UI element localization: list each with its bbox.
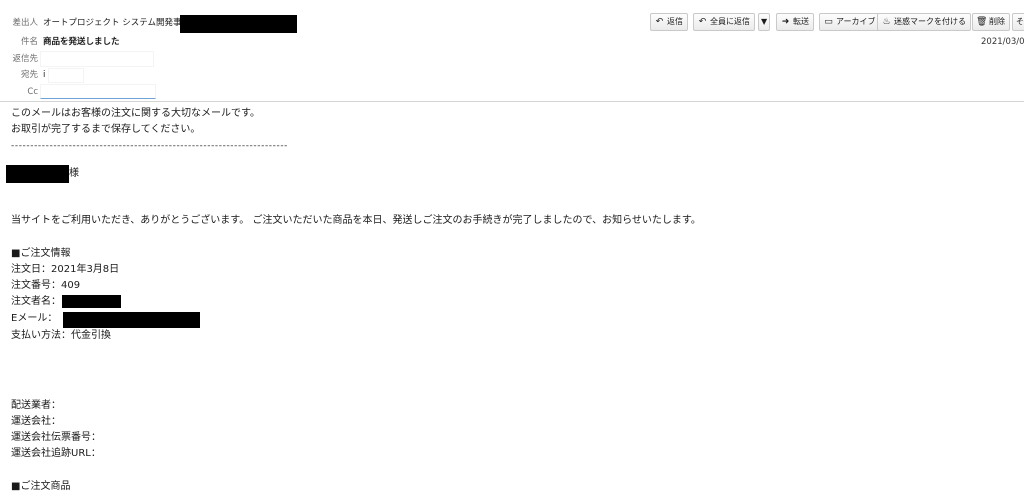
tracking-number: 運送会社伝票番号：	[11, 432, 101, 443]
reply-button[interactable]: ↶ 返信	[650, 13, 688, 31]
redacted-orderer-name	[62, 295, 121, 308]
to-label: 宛先	[20, 70, 38, 80]
order-info-heading: ■ご注文情報	[11, 248, 71, 259]
reply-all-label: 全員に返信	[710, 17, 750, 26]
orderer-name-label: 注文者名：	[11, 296, 61, 307]
from-value[interactable]: オートプロジェクト システム開発事業部	[43, 15, 198, 31]
cc-label: Cc	[27, 87, 38, 97]
forward-label: 転送	[793, 17, 809, 26]
archive-icon: ▭	[824, 17, 833, 27]
message-header: 差出人 オートプロジェクト システム開発事業部 件名 商品を発送しました 返信先…	[0, 0, 1024, 102]
junk-label: 迷惑マークを付ける	[894, 17, 966, 26]
reply-all-icon: ↶	[698, 17, 707, 27]
body-divider: ----------------------------------------…	[11, 141, 289, 151]
redacted-email	[63, 312, 200, 328]
tracking-url: 運送会社追跡URL：	[11, 448, 101, 459]
forward-button[interactable]: ➜ 転送	[776, 13, 814, 31]
subject-row: 件名 商品を発送しました	[0, 34, 300, 50]
delete-button[interactable]: 🗑 削除	[972, 13, 1010, 31]
subject-value: 商品を発送しました	[43, 37, 120, 47]
reply-to-value[interactable]	[40, 51, 154, 67]
payment-method: 支払い方法：代金引換	[11, 330, 111, 341]
order-date: 注文日：2021年3月8日	[11, 264, 120, 275]
email-row: Eメール：	[11, 311, 211, 328]
cc-row: Cc	[0, 84, 300, 100]
redacted-sender-address	[180, 15, 297, 33]
reply-all-button[interactable]: ↶ 全員に返信	[693, 13, 755, 31]
order-number: 注文番号：409	[11, 280, 81, 291]
email-label: Eメール：	[11, 313, 58, 324]
more-label: そ	[1016, 17, 1024, 26]
body-line-1: このメールはお客様の注文に関する大切なメールです。	[11, 108, 260, 119]
forward-icon: ➜	[781, 17, 790, 27]
shipper: 配送業者：	[11, 400, 61, 411]
flame-icon: ♨	[882, 17, 891, 27]
from-label: 差出人	[12, 18, 38, 28]
order-items-heading: ■ご注文商品	[11, 481, 71, 492]
junk-button[interactable]: ♨ 迷惑マークを付ける	[877, 13, 971, 31]
archive-label: アーカイブ	[836, 17, 876, 26]
trash-icon: 🗑	[976, 17, 988, 27]
reply-label: 返信	[667, 17, 683, 26]
cc-value[interactable]	[40, 84, 156, 99]
reply-to-label: 返信先	[12, 54, 38, 64]
message-date: 2021/03/08	[981, 37, 1024, 47]
chevron-down-icon: ▼	[761, 17, 768, 26]
honorific: 様	[69, 168, 79, 179]
from-row: 差出人 オートプロジェクト システム開発事業部	[0, 15, 330, 33]
to-value[interactable]: i	[43, 67, 45, 83]
reply-all-dropdown[interactable]: ▼	[758, 13, 771, 31]
carrier: 運送会社：	[11, 416, 61, 427]
reply-to-row: 返信先	[0, 51, 300, 67]
archive-button[interactable]: ▭ アーカイブ	[819, 13, 881, 31]
subject-label: 件名	[20, 37, 38, 47]
recipient-salutation: 様	[6, 165, 101, 183]
to-value-blank	[48, 68, 84, 83]
reply-icon: ↶	[655, 17, 664, 27]
orderer-name-row: 注文者名：	[11, 294, 141, 310]
body-line-2: お取引が完了するまで保存してください。	[11, 124, 201, 135]
greeting-paragraph: 当サイトをご利用いただき、ありがとうございます。 ご注文いただいた商品を本日、発…	[11, 215, 701, 226]
redacted-recipient-name	[6, 165, 69, 183]
to-row: 宛先 i	[0, 67, 300, 83]
delete-label: 削除	[989, 17, 1005, 26]
more-button[interactable]: そ	[1012, 13, 1024, 31]
